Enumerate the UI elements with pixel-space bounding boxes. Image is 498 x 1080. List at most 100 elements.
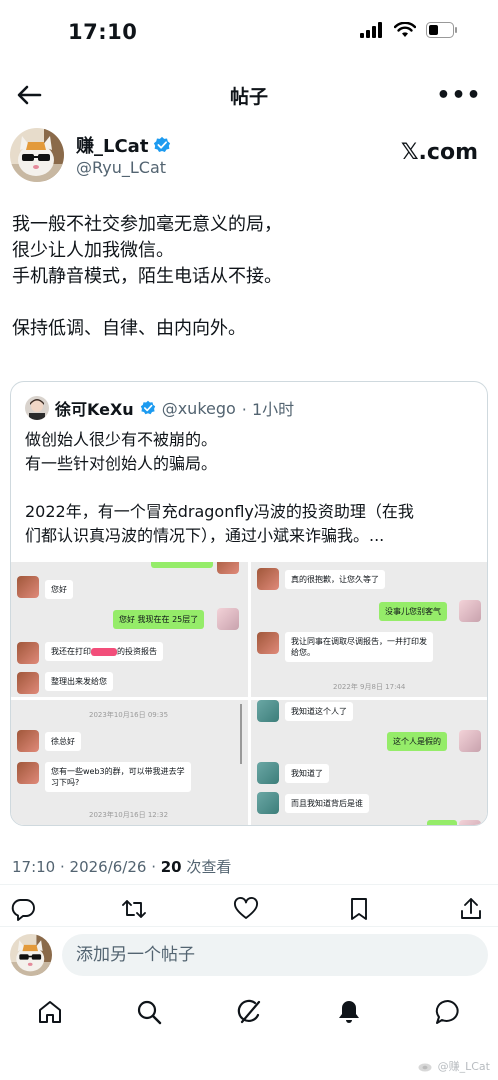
chat-screenshot-2[interactable]: 2023年10月16日 09:35 徐总好 您有一些web3的群，可以带我进去学… [11, 700, 248, 825]
chat-avatar [17, 762, 39, 784]
chat-avatar [217, 608, 239, 630]
post-text-blank-line [12, 290, 486, 316]
share-icon[interactable] [458, 896, 484, 922]
messages-icon[interactable] [434, 998, 462, 1026]
chat-bubble: 我让同事在调取尽调报告，一并打印发 给您。 [285, 632, 433, 662]
quoted-post-time: · 1小时 [241, 400, 295, 419]
quoted-text-line: 有一些针对创始人的骗局。 [25, 454, 218, 473]
chat-bubble: 徐总好 [45, 732, 81, 751]
views-label: 次查看 [181, 858, 232, 876]
repost-icon[interactable] [121, 896, 147, 922]
chat-text: 习下吗? [51, 778, 80, 787]
chat-bubble: 您好 [45, 580, 73, 599]
author-name-row[interactable]: 赚_LCat [76, 132, 171, 158]
chat-avatar [257, 568, 279, 590]
chat-bubble: 您有一些web3的群，可以带我进去学 习下吗? [45, 762, 191, 792]
page-title: 帖子 [229, 86, 268, 108]
chat-avatar [257, 700, 279, 722]
chat-timestamp: 2023年10月16日 09:35 [89, 711, 169, 719]
status-bar: 17:10 [0, 0, 498, 66]
chat-bubble: 而且我知道背后是谁 [285, 794, 369, 813]
post-actions [0, 894, 498, 924]
chat-bubble: 您好 我现在在 25层了 [113, 610, 205, 629]
home-icon[interactable] [36, 998, 64, 1026]
chat-avatar [459, 730, 481, 752]
reply-icon[interactable] [10, 896, 36, 922]
search-icon[interactable] [135, 998, 163, 1026]
notifications-bell-icon[interactable] [335, 998, 363, 1026]
author-name[interactable]: 赚_LCat [76, 132, 148, 158]
status-time: 17:10 [68, 20, 138, 44]
chat-bubble [151, 562, 213, 568]
reply-input[interactable]: 添加另一个帖子 [62, 934, 488, 976]
quoted-avatar [25, 396, 49, 420]
chat-text: 给您。 [291, 648, 315, 657]
like-heart-icon[interactable] [233, 896, 259, 922]
bookmark-icon[interactable] [346, 896, 372, 922]
view-count: 20 [160, 858, 182, 876]
more-options-icon[interactable]: ••• [436, 80, 480, 110]
quoted-post-text: 做创始人很少有不被崩的。 有一些针对创始人的骗局。 2022年，有一个冒充dra… [25, 428, 479, 548]
chat-avatar [257, 792, 279, 814]
chat-screenshot-1[interactable]: 您好 您好 我现在在 25层了 我还在打印 的投资报告 整理出来发给您 [11, 562, 248, 697]
divider [0, 926, 498, 927]
signal-icon [360, 22, 382, 38]
quoted-text-blank-line [25, 476, 479, 500]
quoted-author-name: 徐可KeXu [55, 400, 134, 419]
chat-avatar [257, 762, 279, 784]
redaction-mark [91, 647, 117, 656]
quoted-post[interactable]: 徐可KeXu @xukego · 1小时 做创始人很少有不被崩的。 有一些针对创… [10, 381, 488, 826]
watermark-text: @赚_LCat [437, 1060, 490, 1073]
weibo-watermark: @赚_LCat [418, 1058, 490, 1074]
verified-badge-icon [140, 400, 155, 415]
chat-text: 您有一些web3的群，可以带我进去学 [51, 767, 185, 776]
chat-text: 我让同事在调取尽调报告，一并打印发 [291, 637, 427, 646]
quoted-author-handle: @xukego [161, 398, 236, 418]
chat-bubble: 我知道这个人了 [285, 702, 353, 721]
x-com-logo: 𝕏.com [400, 140, 478, 165]
chat-screenshot-3[interactable]: 真的很抱歉，让您久等了 没事儿您别客气 我让同事在调取尽调报告，一并打印发 给您… [251, 562, 487, 697]
post-text-line: 很少让人加我微信。 [12, 240, 174, 261]
avatar[interactable] [10, 128, 64, 182]
chat-bubble: 我知道了 [285, 764, 329, 783]
post-timestamp: 17:10 · 2026/6/26 · [12, 858, 161, 876]
quoted-text-line: 2022年，有一个冒充dragonfly冯波的投资助理（在我 [25, 502, 414, 521]
chat-bubble: 真的很抱歉，让您久等了 [285, 570, 385, 589]
chat-bubble: 整理出来发给您 [45, 672, 113, 691]
battery-icon [426, 22, 457, 38]
post-text: 我一般不社交参加毫无意义的局， 很少让人加我微信。 手机静音模式，陌生电话从不接… [12, 212, 486, 342]
chat-bubble: 没事儿您别客气 [379, 602, 447, 621]
reply-composer: 添加另一个帖子 [0, 930, 498, 982]
quoted-text-line: 做创始人很少有不被崩的。 [25, 430, 218, 449]
bottom-tab-bar [0, 992, 498, 1034]
avatar [10, 934, 52, 976]
chat-avatar [17, 642, 39, 664]
chat-avatar [217, 562, 239, 574]
quoted-post-header: 徐可KeXu @xukego · 1小时 [25, 396, 294, 420]
chat-avatar [17, 730, 39, 752]
chat-avatar [17, 576, 39, 598]
status-icons [360, 22, 458, 38]
chat-text: 的投资报告 [117, 647, 157, 656]
nav-bar: 帖子 ••• [0, 72, 498, 118]
post-text-line: 保持低调、自律、由内向外。 [12, 318, 246, 339]
post-text-line: 手机静音模式，陌生电话从不接。 [12, 266, 282, 287]
post-author: 赚_LCat @Ryu_LCat 𝕏.com [0, 128, 498, 186]
wifi-icon [394, 22, 416, 37]
quoted-text-line: 们都认识真冯波的情况下），通过小斌来诈骗我。... [25, 526, 385, 545]
chat-text: 我还在打印 [51, 647, 91, 656]
post-meta: 17:10 · 2026/6/26 · 20 次查看 [12, 856, 231, 877]
chat-bubble: 我还在打印 的投资报告 [45, 642, 163, 661]
chat-bubble [427, 820, 457, 825]
chat-screenshot-4[interactable]: 我知道这个人了 这个人是假的 我知道了 而且我知道背后是谁 [251, 700, 487, 825]
grok-icon[interactable] [235, 998, 263, 1026]
author-handle[interactable]: @Ryu_LCat [76, 158, 166, 177]
chat-bubble: 这个人是假的 [387, 732, 447, 751]
divider [0, 884, 498, 885]
chat-timestamp: 2023年10月16日 12:32 [89, 811, 169, 819]
chat-avatar [257, 632, 279, 654]
chat-avatar [17, 672, 39, 694]
chat-avatar [459, 820, 481, 825]
post-text-line: 我一般不社交参加毫无意义的局， [12, 214, 282, 235]
chat-avatar [459, 600, 481, 622]
